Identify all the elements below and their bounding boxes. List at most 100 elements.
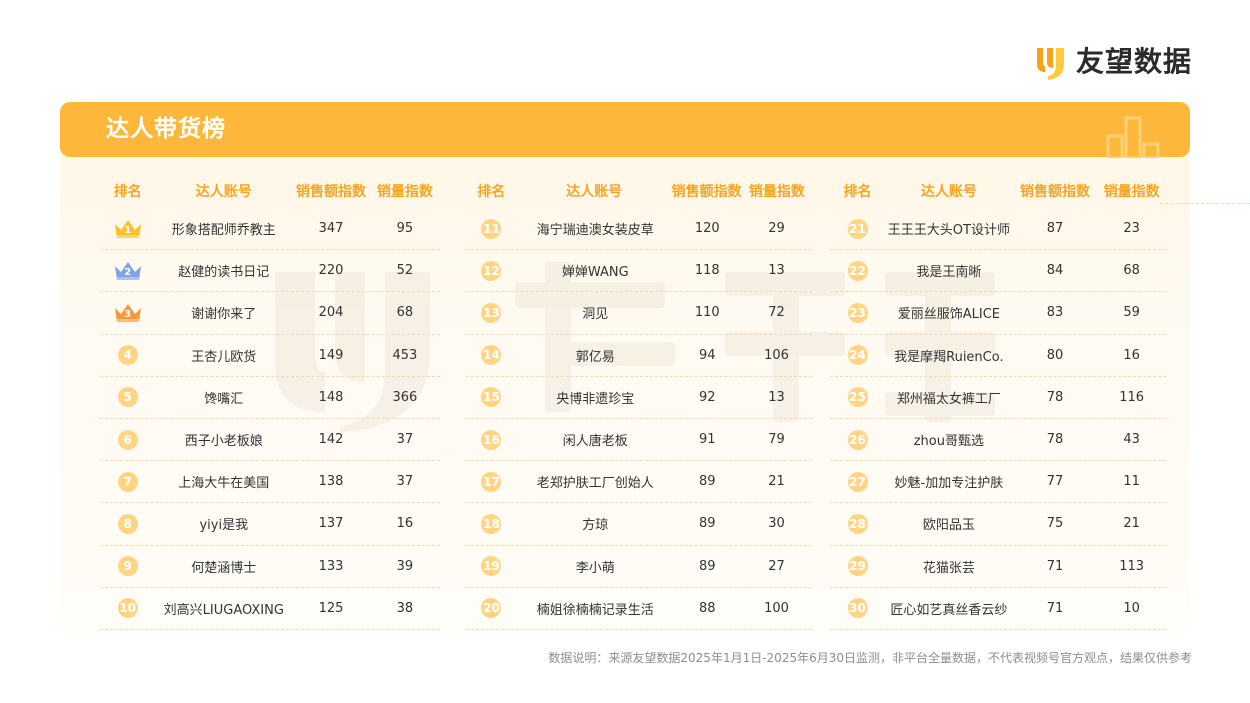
- rank-badge: 28: [847, 513, 868, 534]
- sales-volume-value: 72: [768, 305, 785, 321]
- sales-amount-value: 133: [318, 558, 344, 574]
- sales-amount-value: 71: [1046, 558, 1064, 574]
- table-header: 排名 达人账号 销售额指数 销量指数: [100, 178, 440, 204]
- brand-logo: 友望数据: [1034, 44, 1192, 80]
- rank-badge: 21: [847, 218, 868, 239]
- sales-amount-value: 110: [694, 305, 720, 321]
- crown-icon: 1: [113, 218, 143, 240]
- account-name: 何楚涵博士: [191, 560, 257, 576]
- rank-cell: 8: [100, 513, 155, 534]
- table-row: 11 海宁瑞迪澳女装皮草 120 29: [466, 208, 812, 251]
- header-sales-volume: 销量指数: [748, 184, 805, 200]
- rank-badge: 22: [847, 260, 868, 281]
- sales-amount-value: 89: [699, 516, 716, 532]
- rank-cell: 29: [830, 556, 885, 577]
- sales-volume-value: 106: [764, 347, 789, 363]
- sales-volume-value: 37: [396, 474, 414, 490]
- table-row: 24 我是摩羯RuienCo. 80 16: [830, 335, 1166, 377]
- header-rank: 排名: [477, 184, 506, 200]
- sales-volume-value: 13: [768, 389, 785, 405]
- table-row: 3 谢谢你来了 204 68: [100, 292, 440, 335]
- sales-volume-value: 38: [396, 600, 414, 616]
- table-row: 14 郭亿易 94 106: [466, 335, 812, 377]
- header-sales-volume: 销量指数: [1103, 184, 1160, 200]
- rank-number: 3: [124, 308, 132, 320]
- account-name: 形象搭配师乔教主: [171, 223, 276, 239]
- ranking-column-2: 排名 达人账号 销售额指数 销量指数 11 海宁瑞迪澳女装皮草 120 29 12 婵婵WANG 1…: [466, 178, 812, 630]
- account-name: 郭亿易: [575, 349, 615, 365]
- header-sales-volume: 销量指数: [376, 184, 433, 200]
- rank-badge: 19: [481, 556, 502, 577]
- sales-volume-value: 100: [764, 600, 789, 616]
- data-footnote: 数据说明：来源友望数据2025年1月1日-2025年6月30日监测，非平台全量数…: [548, 651, 1192, 665]
- sales-volume-value: 39: [396, 558, 414, 574]
- account-name: 花猫张芸: [922, 560, 975, 576]
- sales-amount-value: 220: [318, 263, 344, 279]
- sales-volume-value: 79: [768, 432, 785, 448]
- rank-cell: 26: [830, 429, 885, 450]
- account-name: 闲人唐老板: [562, 434, 628, 450]
- rank-cell: 19: [466, 556, 517, 577]
- rank-badge: 4: [117, 345, 138, 366]
- table-row: 18 方琼 89 30: [466, 503, 812, 546]
- account-name: 我是王南晰: [916, 265, 982, 281]
- rank-cell: 28: [830, 513, 885, 534]
- account-name: 上海大牛在美国: [178, 476, 270, 492]
- crown-icon: 3: [113, 302, 143, 324]
- account-name: 妙魅-加加专注护肤: [894, 476, 1004, 492]
- sales-volume-value: 68: [396, 305, 414, 321]
- sales-volume-value: 116: [1119, 389, 1145, 405]
- rank-cell: 4: [100, 345, 155, 366]
- rank-cell: 16: [466, 429, 517, 450]
- rank-cell: 25: [830, 387, 885, 408]
- account-name: 王王王大头OT设计师: [887, 223, 1010, 239]
- rank-badge: 6: [117, 429, 138, 450]
- table-row: 27 妙魅-加加专注护肤 77 11: [830, 461, 1166, 504]
- sales-amount-value: 148: [318, 389, 344, 405]
- account-name: 王杏儿欧货: [191, 349, 257, 365]
- account-name: 楠姐徐楠楠记录生活: [536, 602, 654, 618]
- table-row: 2 赵健的读书日记 220 52: [100, 250, 440, 293]
- rank-badge: 7: [117, 471, 138, 492]
- rank-badge: 30: [847, 598, 868, 619]
- rank-number: 2: [124, 266, 132, 278]
- account-name: 赵健的读书日记: [178, 265, 270, 281]
- table-row: 12 婵婵WANG 118 13: [466, 250, 812, 293]
- rank-badge: 23: [847, 302, 868, 323]
- sales-amount-value: 83: [1046, 305, 1064, 321]
- rank-cell: 13: [466, 302, 517, 323]
- rank-cell: 24: [830, 345, 885, 366]
- rank-badge: 11: [481, 218, 502, 239]
- sales-amount-value: 71: [1046, 600, 1064, 616]
- sales-amount-value: 78: [1046, 432, 1064, 448]
- sales-amount-value: 94: [699, 347, 716, 363]
- header-rank: 排名: [113, 184, 142, 200]
- rank-badge: 18: [481, 513, 502, 534]
- header-account: 达人账号: [920, 184, 977, 200]
- sales-amount-value: 204: [318, 305, 344, 321]
- sales-volume-value: 95: [396, 221, 414, 237]
- brand-name: 友望数据: [1075, 45, 1192, 78]
- rank-badge: 24: [847, 345, 868, 366]
- sales-amount-value: 88: [699, 600, 716, 616]
- rank-badge: 14: [481, 345, 502, 366]
- table-row: 29 花猫张芸 71 113: [830, 546, 1166, 588]
- table-row: 1 形象搭配师乔教主 347 95: [100, 208, 440, 251]
- header-sales-amount: 销售额指数: [295, 184, 366, 200]
- sales-amount-value: 347: [318, 221, 344, 237]
- rank-badge: 29: [847, 556, 868, 577]
- sales-amount-value: 89: [699, 474, 716, 490]
- sales-volume-value: 43: [1123, 432, 1140, 448]
- account-name: 老郑护肤工厂创始人: [536, 476, 654, 492]
- account-name: 郑州福太女裤工厂: [896, 391, 1001, 407]
- sales-volume-value: 453: [392, 347, 418, 363]
- rank-cell: 5: [100, 387, 155, 408]
- sales-amount-value: 84: [1046, 263, 1064, 279]
- bar-chart-icon: [1106, 116, 1160, 158]
- sales-volume-value: 23: [1123, 221, 1140, 237]
- rank-cell: 7: [100, 471, 155, 492]
- sales-amount-value: 118: [694, 263, 720, 279]
- sales-volume-value: 16: [396, 516, 414, 532]
- sales-volume-value: 10: [1123, 600, 1140, 616]
- rank-badge: 5: [117, 387, 138, 408]
